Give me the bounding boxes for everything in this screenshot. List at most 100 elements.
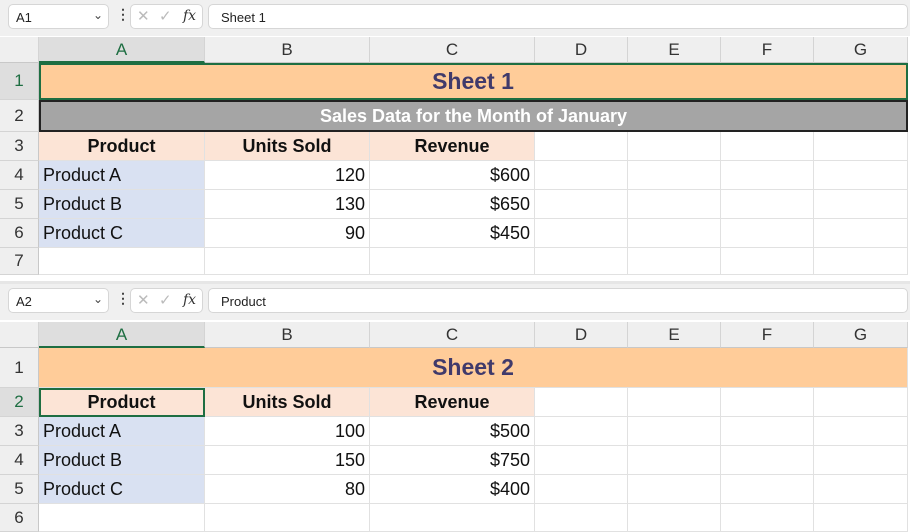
chevron-down-icon[interactable]: ⌄ [93,8,103,22]
column-header-D[interactable]: D [535,322,628,348]
insert-function-icon[interactable]: fx [183,292,196,308]
cell[interactable] [535,475,628,504]
formula-input[interactable]: Sheet 1 [208,4,908,29]
chevron-down-icon[interactable]: ⌄ [93,292,103,306]
units-sold-cell[interactable]: 80 [205,475,370,504]
cell[interactable] [628,504,721,532]
cell[interactable] [721,190,814,219]
product-name-cell[interactable]: Product A [39,161,205,190]
insert-function-icon[interactable]: fx [183,8,196,24]
select-all-button[interactable] [0,322,39,348]
cell[interactable] [535,190,628,219]
cell[interactable] [628,190,721,219]
cell[interactable] [721,132,814,161]
cell[interactable] [814,446,908,475]
cell[interactable] [721,219,814,248]
units-sold-cell[interactable]: 100 [205,417,370,446]
product-name-cell[interactable]: Product B [39,190,205,219]
column-label-cell[interactable]: Revenue [370,132,535,161]
column-label-cell[interactable]: Product [39,388,205,417]
column-label-cell[interactable]: Product [39,132,205,161]
enter-check-icon[interactable]: ✓ [159,291,172,309]
column-label-cell[interactable]: Revenue [370,388,535,417]
cell[interactable] [628,388,721,417]
sheet-title-cell[interactable]: Sheet 2 [39,348,908,388]
cell[interactable] [628,446,721,475]
cell[interactable] [721,388,814,417]
product-name-cell[interactable]: Product A [39,417,205,446]
cell[interactable] [721,161,814,190]
cell[interactable] [814,161,908,190]
cell[interactable] [814,190,908,219]
row-header-6[interactable]: 6 [0,504,39,532]
row-header-4[interactable]: 4 [0,446,39,475]
cancel-icon[interactable]: ✕ [137,7,150,25]
revenue-cell[interactable]: $600 [370,161,535,190]
cell[interactable] [535,248,628,275]
row-header-5[interactable]: 5 [0,475,39,504]
select-all-button[interactable] [0,37,39,63]
more-options-icon[interactable]: ⋮ [116,290,130,307]
column-label-cell[interactable]: Units Sold [205,388,370,417]
column-header-E[interactable]: E [628,322,721,348]
cell[interactable] [39,504,205,532]
cell[interactable] [39,248,205,275]
column-header-A[interactable]: A [39,322,205,348]
cell[interactable] [721,475,814,504]
cell[interactable] [628,161,721,190]
cell[interactable] [535,417,628,446]
cancel-icon[interactable]: ✕ [137,291,150,309]
cell[interactable] [814,388,908,417]
row-header-3[interactable]: 3 [0,132,39,161]
row-header-1[interactable]: 1 [0,348,39,388]
row-header-7[interactable]: 7 [0,248,39,275]
column-header-B[interactable]: B [205,322,370,348]
more-options-icon[interactable]: ⋮ [116,6,130,23]
column-header-G[interactable]: G [814,322,908,348]
enter-check-icon[interactable]: ✓ [159,7,172,25]
row-header-5[interactable]: 5 [0,190,39,219]
cell[interactable] [535,446,628,475]
cell[interactable] [535,388,628,417]
revenue-cell[interactable]: $750 [370,446,535,475]
cell[interactable] [814,504,908,532]
row-header-4[interactable]: 4 [0,161,39,190]
cell[interactable] [721,446,814,475]
units-sold-cell[interactable]: 120 [205,161,370,190]
cell[interactable] [535,132,628,161]
revenue-cell[interactable]: $650 [370,190,535,219]
name-box[interactable]: A1 ⌄ [8,4,109,29]
cell[interactable] [628,248,721,275]
units-sold-cell[interactable]: 150 [205,446,370,475]
column-header-D[interactable]: D [535,37,628,63]
cell[interactable] [814,417,908,446]
product-name-cell[interactable]: Product C [39,219,205,248]
revenue-cell[interactable]: $450 [370,219,535,248]
units-sold-cell[interactable]: 90 [205,219,370,248]
cell[interactable] [628,475,721,504]
column-header-C[interactable]: C [370,37,535,63]
row-header-2[interactable]: 2 [0,388,39,417]
cell[interactable] [721,417,814,446]
column-header-F[interactable]: F [721,37,814,63]
formula-input[interactable]: Product [208,288,908,313]
cell[interactable] [814,219,908,248]
row-header-6[interactable]: 6 [0,219,39,248]
row-header-1[interactable]: 1 [0,63,39,100]
cell[interactable] [535,219,628,248]
cell[interactable] [370,248,535,275]
column-label-cell[interactable]: Units Sold [205,132,370,161]
revenue-cell[interactable]: $500 [370,417,535,446]
cell[interactable] [628,132,721,161]
cell[interactable] [205,504,370,532]
cell[interactable] [535,504,628,532]
cell[interactable] [814,475,908,504]
product-name-cell[interactable]: Product C [39,475,205,504]
cell[interactable] [721,504,814,532]
cell[interactable] [535,161,628,190]
name-box[interactable]: A2 ⌄ [8,288,109,313]
column-header-G[interactable]: G [814,37,908,63]
cell[interactable] [628,417,721,446]
subtitle-cell[interactable]: Sales Data for the Month of January [39,100,908,132]
column-header-E[interactable]: E [628,37,721,63]
